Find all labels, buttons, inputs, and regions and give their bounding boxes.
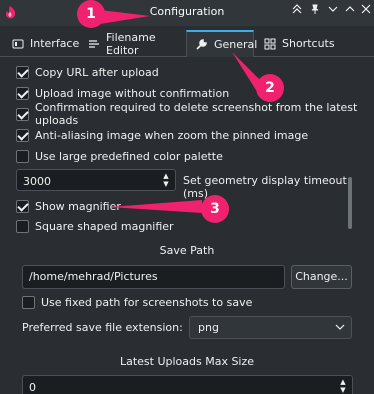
uploads-max-size-spinbox[interactable]: 0 ▲ ▼ bbox=[22, 375, 353, 394]
extension-select[interactable]: png bbox=[189, 316, 352, 339]
change-path-button[interactable]: Change... bbox=[291, 265, 352, 289]
checkbox[interactable] bbox=[16, 65, 29, 79]
annotation-arrow-3 bbox=[110, 200, 202, 213]
checkbox[interactable] bbox=[22, 295, 35, 309]
option-label: Copy URL after upload bbox=[35, 65, 159, 79]
option-fixed-path[interactable]: Use fixed path for screenshots to save bbox=[22, 293, 252, 311]
annotation-marker-2: 2 bbox=[256, 74, 284, 102]
filename-editor-icon bbox=[89, 39, 99, 48]
interface-icon bbox=[12, 39, 24, 48]
tab-label: Filename Editor bbox=[106, 30, 156, 57]
tab-label: Shortcuts bbox=[282, 37, 335, 50]
option-confirm-delete[interactable]: Confirmation required to delete screensh… bbox=[16, 101, 374, 127]
option-label: Use fixed path for screenshots to save bbox=[41, 295, 253, 309]
checkbox[interactable] bbox=[16, 128, 29, 142]
option-large-palette[interactable]: Use large predefined color palette bbox=[16, 147, 223, 165]
title-bar[interactable]: Configuration bbox=[0, 0, 374, 26]
tab-shortcuts[interactable]: Shortcuts bbox=[256, 30, 335, 57]
keep-above-icon[interactable] bbox=[289, 4, 305, 20]
option-label: Upload image without confirmation bbox=[35, 86, 230, 100]
tab-bar: Interface Filename Editor General Shortc… bbox=[0, 26, 374, 57]
close-icon[interactable] bbox=[358, 4, 374, 20]
extension-label: Preferred save file extension: bbox=[22, 321, 183, 334]
option-square-magnifier[interactable]: Square shaped magnifier bbox=[16, 217, 174, 235]
spinbox-value: 3000 bbox=[23, 175, 51, 188]
option-label: Anti-aliasing image when zoom the pinned… bbox=[35, 128, 309, 142]
checkbox[interactable] bbox=[16, 86, 29, 100]
option-copy-url[interactable]: Copy URL after upload bbox=[16, 63, 159, 81]
tab-interface[interactable]: Interface bbox=[4, 30, 80, 57]
scrollbar-thumb[interactable] bbox=[348, 177, 352, 229]
checkbox[interactable] bbox=[16, 219, 29, 233]
spin-arrows-icon[interactable]: ▲ ▼ bbox=[161, 172, 171, 188]
option-label: Confirmation required to delete screensh… bbox=[35, 101, 358, 127]
annotation-marker-3: 3 bbox=[201, 195, 229, 223]
save-path-field[interactable]: /home/mehrad/Pictures bbox=[22, 265, 285, 289]
tab-label: General bbox=[214, 38, 258, 51]
option-anti-aliasing[interactable]: Anti-aliasing image when zoom the pinned… bbox=[16, 126, 308, 144]
tab-label: Interface bbox=[30, 37, 80, 50]
checkbox[interactable] bbox=[16, 107, 29, 121]
annotation-marker-1: 1 bbox=[77, 0, 105, 28]
pin-icon[interactable] bbox=[307, 4, 323, 20]
option-upload-without-confirmation[interactable]: Upload image without confirmation bbox=[16, 84, 229, 102]
chevron-down-icon bbox=[335, 317, 345, 347]
option-label: Show magnifier bbox=[35, 199, 121, 213]
checkbox[interactable] bbox=[16, 149, 29, 163]
tab-general[interactable]: General bbox=[186, 30, 258, 57]
spinbox-value: 0 bbox=[29, 381, 36, 394]
wrench-icon bbox=[196, 39, 207, 50]
option-show-magnifier[interactable]: Show magnifier bbox=[16, 197, 121, 215]
minimize-icon[interactable] bbox=[325, 4, 341, 20]
uploads-max-size-title: Latest Uploads Max Size bbox=[119, 355, 255, 368]
geometry-timeout-spinbox[interactable]: 3000 ▲ ▼ bbox=[16, 169, 176, 191]
spin-arrows-icon[interactable]: ▲ ▼ bbox=[338, 378, 348, 394]
checkbox[interactable] bbox=[16, 199, 29, 213]
maximize-icon[interactable] bbox=[342, 4, 358, 20]
extension-value: png bbox=[198, 321, 219, 334]
option-label: Square shaped magnifier bbox=[35, 219, 174, 233]
tab-filename-editor[interactable]: Filename Editor bbox=[80, 30, 184, 57]
option-label: Use large predefined color palette bbox=[35, 149, 223, 163]
save-path-title: Save Path bbox=[159, 244, 215, 257]
grid-icon bbox=[264, 38, 276, 49]
